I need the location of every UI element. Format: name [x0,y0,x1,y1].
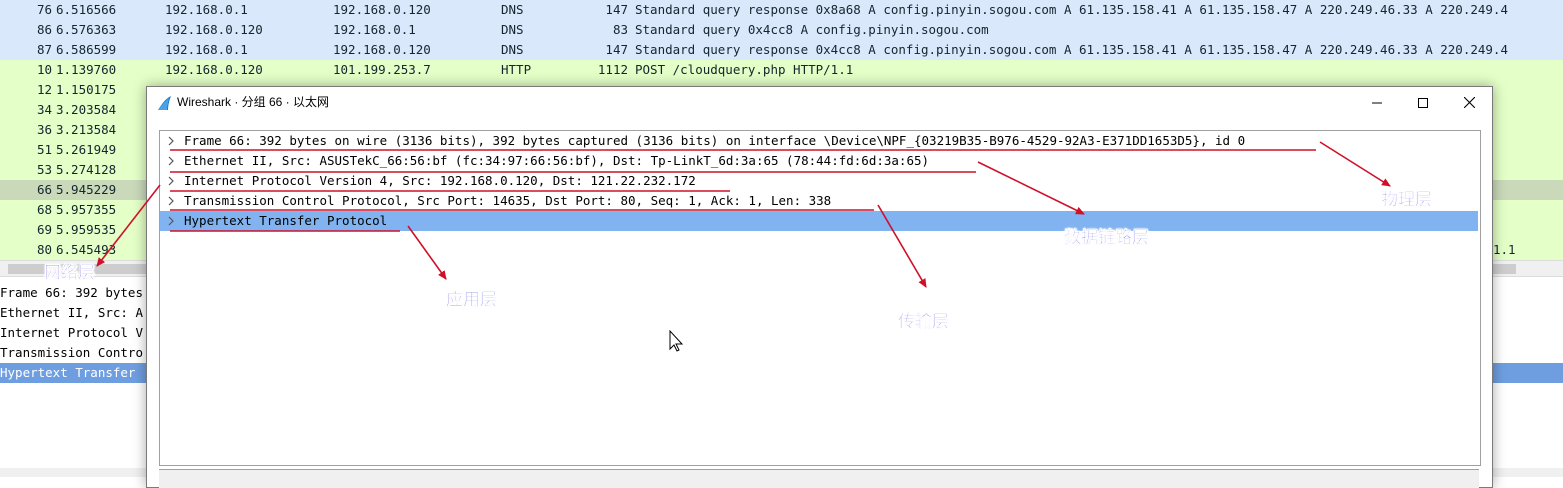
packet-cell-no: 12 [36,82,52,97]
packet-cell-no: 68 [36,202,52,217]
packet-cell-proto: DNS [501,22,524,37]
packet-row[interactable]: 86 6.576363 192.168.0.120 192.168.0.1 DNS 83 S… [0,20,1563,40]
chevron-right-icon[interactable] [166,171,176,191]
packet-cell-dst: 192.168.0.120 [333,42,431,57]
close-button[interactable] [1446,87,1492,118]
label-physical-layer: 物理层 [1381,190,1432,210]
packet-cell-no: 36 [36,122,52,137]
packet-cell-time: 3.213584 [56,122,117,137]
chevron-right-icon[interactable] [166,131,176,151]
chevron-right-icon[interactable] [166,191,176,211]
packet-cell-time: 3.203584 [56,102,117,117]
dialog-bytes-strip [159,469,1479,488]
packet-cell-time: 6.586599 [56,42,117,57]
packet-row[interactable]: 76 6.516566 192.168.0.1 192.168.0.120 DNS 147… [0,0,1563,20]
packet-cell-time: 1.139760 [56,62,117,77]
label-data-link-layer: 数据链路层 [1064,228,1149,248]
packet-cell-no: 80 [36,242,52,257]
protocol-tree-item[interactable]: Transmission Control Protocol, Src Port:… [160,191,1478,211]
packet-cell-info: Standard query 0x4cc8 A config.pinyin.so… [635,22,989,37]
packet-cell-proto: HTTP [501,62,532,77]
packet-dialog: Wireshark · 分组 66 · 以太网 Frame 66: 392 by… [146,86,1493,488]
packet-cell-time: 5.274128 [56,162,117,177]
minimize-icon [1372,102,1382,103]
chevron-right-icon[interactable] [166,211,176,231]
label-network-layer: 网络层 [44,263,95,283]
packet-cell-len: 83 [612,22,628,37]
packet-cell-src: 192.168.0.1 [165,42,248,57]
maximize-button[interactable] [1400,87,1446,118]
packet-cell-time: 5.261949 [56,142,117,157]
packet-cell-time: 6.545493 [56,242,117,257]
dialog-title: Wireshark · 分组 66 · 以太网 [177,95,330,109]
chevron-right-icon[interactable] [166,151,176,171]
protocol-tree-label: Transmission Control Protocol, Src Port:… [184,193,832,208]
protocol-tree-item[interactable]: Frame 66: 392 bytes on wire (3136 bits),… [160,131,1478,151]
packet-cell-len: 1112 [597,62,628,77]
packet-row[interactable]: 10 1.139760 192.168.0.120 101.199.253.7 HTTP… [0,60,1563,80]
packet-cell-time: 6.576363 [56,22,117,37]
packet-row[interactable]: 87 6.586599 192.168.0.1 192.168.0.120 DNS 147… [0,40,1563,60]
packet-cell-src: 192.168.0.1 [165,2,248,17]
protocol-tree-label: Hypertext Transfer Protocol [184,213,388,228]
protocol-tree-item[interactable]: Hypertext Transfer Protocol [160,211,1478,231]
packet-cell-time: 6.516566 [56,2,117,17]
packet-info-fragment: 1.1 [1493,242,1516,257]
close-icon [1463,97,1475,108]
packet-cell-no: 34 [36,102,52,117]
packet-cell-info: Standard query response 0x8a68 A config.… [635,2,1508,17]
packet-cell-info: POST /cloudquery.php HTTP/1.1 [635,62,854,77]
packet-cell-no: 53 [36,162,52,177]
packet-cell-proto: DNS [501,2,524,17]
packet-cell-time: 5.957355 [56,202,117,217]
protocol-tree-label: Ethernet II, Src: ASUSTekC_66:56:bf (fc:… [184,153,930,168]
protocol-tree-label: Internet Protocol Version 4, Src: 192.16… [184,173,696,188]
packet-cell-no: 69 [36,222,52,237]
protocol-tree-label: Frame 66: 392 bytes on wire (3136 bits),… [184,133,1246,148]
wireshark-fin-icon [158,96,171,110]
packet-cell-src: 192.168.0.120 [165,62,263,77]
packet-cell-len: 147 [605,42,628,57]
protocol-tree-item[interactable]: Internet Protocol Version 4, Src: 192.16… [160,171,1478,191]
packet-cell-no: 86 [36,22,52,37]
minimize-button[interactable] [1354,87,1400,118]
dialog-titlebar[interactable]: Wireshark · 分组 66 · 以太网 [147,87,1492,118]
packet-cell-time: 5.959535 [56,222,117,237]
packet-cell-time: 5.945229 [56,182,117,197]
packet-cell-no: 10 [36,62,52,77]
packet-cell-time: 1.150175 [56,82,117,97]
packet-cell-dst: 192.168.0.1 [333,22,416,37]
packet-cell-no: 76 [36,2,52,17]
label-application-layer: 应用层 [446,290,497,310]
protocol-tree-item[interactable]: Ethernet II, Src: ASUSTekC_66:56:bf (fc:… [160,151,1478,171]
packet-cell-no: 87 [36,42,52,57]
protocol-tree[interactable]: Frame 66: 392 bytes on wire (3136 bits),… [159,130,1481,466]
packet-cell-no: 51 [36,142,52,157]
packet-cell-no: 66 [36,182,52,197]
packet-cell-src: 192.168.0.120 [165,22,263,37]
label-transport-layer: 传输层 [898,312,949,332]
packet-cell-dst: 101.199.253.7 [333,62,431,77]
packet-cell-info: Standard query response 0x4cc8 A config.… [635,42,1508,57]
maximize-icon [1418,97,1428,108]
packet-cell-dst: 192.168.0.120 [333,2,431,17]
packet-cell-proto: DNS [501,42,524,57]
packet-cell-len: 147 [605,2,628,17]
